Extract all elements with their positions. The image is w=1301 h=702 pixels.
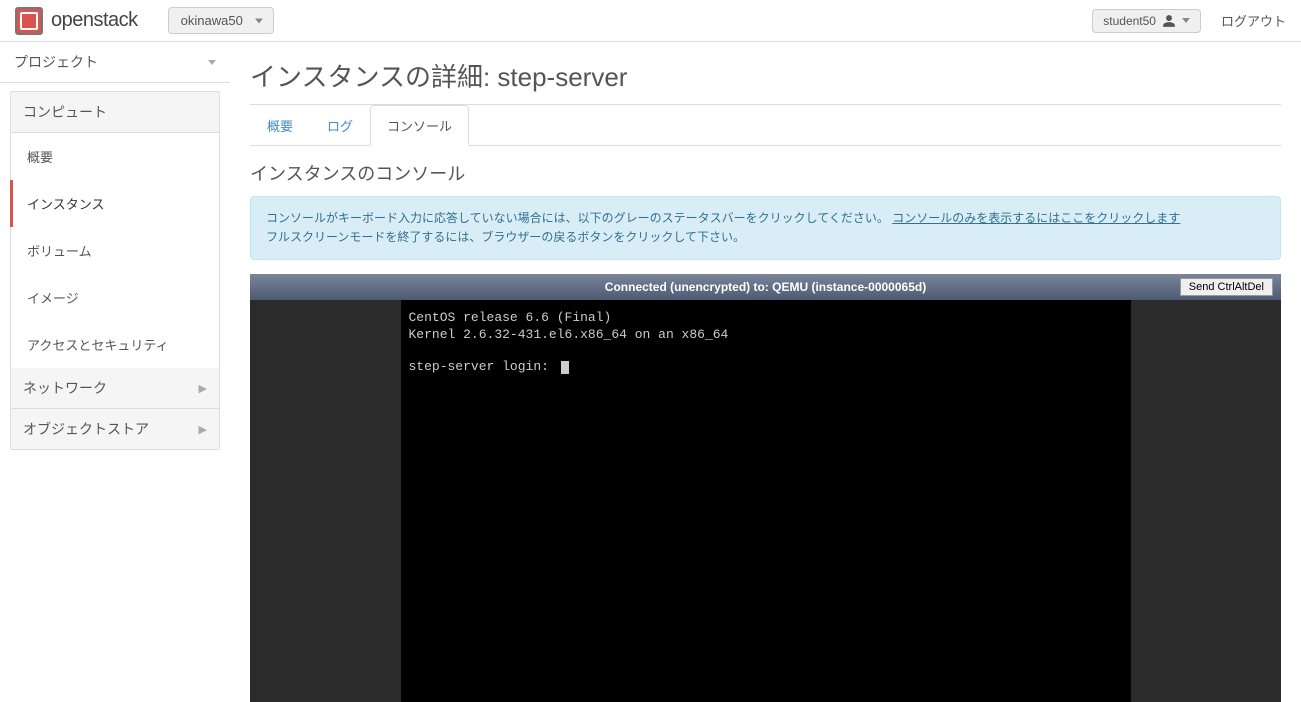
- vnc-status-bar[interactable]: Connected (unencrypted) to: QEMU (instan…: [250, 274, 1281, 300]
- sidebar: プロジェクト コンピュート 概要 インスタンス ボリューム イメージ アクセスと…: [0, 42, 230, 702]
- tab-log[interactable]: ログ: [310, 105, 370, 146]
- console-heading: インスタンスのコンソール: [250, 160, 1281, 186]
- topbar: openstack okinawa50 student50 ログアウト: [0, 0, 1301, 42]
- alert-line2-text: フルスクリーンモードを終了するには、ブラウザーの戻るボタンをクリックして下さい。: [266, 230, 745, 244]
- brand-text: openstack: [51, 9, 138, 32]
- user-name: student50: [1103, 14, 1156, 28]
- project-selector-value: okinawa50: [181, 13, 243, 28]
- logout-link[interactable]: ログアウト: [1221, 11, 1286, 30]
- caret-down-icon: [255, 18, 263, 23]
- sidebar-group-head-object-store[interactable]: オブジェクトストア ▶: [11, 409, 219, 449]
- vnc-status-text: Connected (unencrypted) to: QEMU (instan…: [605, 280, 926, 294]
- user-icon: [1162, 14, 1176, 28]
- sidebar-item-instances[interactable]: インスタンス: [10, 180, 219, 227]
- terminal-login-prompt: step-server login:: [409, 359, 557, 374]
- sidebar-group-label: コンピュート: [23, 102, 107, 122]
- caret-down-icon: [1182, 18, 1190, 23]
- sidebar-group-label: オブジェクトストア: [23, 419, 149, 439]
- sidebar-item-access-security[interactable]: アクセスとセキュリティ: [11, 321, 219, 368]
- caret-down-icon: [208, 60, 216, 65]
- sidebar-group-compute: コンピュート 概要 インスタンス ボリューム イメージ アクセスとセキュリティ …: [10, 91, 220, 450]
- sidebar-item-volumes[interactable]: ボリューム: [11, 227, 219, 274]
- tabs: 概要 ログ コンソール: [250, 104, 1281, 146]
- tab-console[interactable]: コンソール: [370, 105, 469, 146]
- cursor-icon: [561, 361, 569, 374]
- alert-show-only-console-link[interactable]: コンソールのみを表示するにはここをクリックします: [892, 211, 1180, 225]
- user-menu[interactable]: student50: [1092, 9, 1201, 33]
- terminal-line: CentOS release 6.6 (Final): [409, 310, 612, 325]
- sidebar-item-images[interactable]: イメージ: [11, 274, 219, 321]
- vnc-body: CentOS release 6.6 (Final) Kernel 2.6.32…: [250, 300, 1281, 702]
- tab-overview[interactable]: 概要: [250, 105, 310, 146]
- console-help-alert: コンソールがキーボード入力に応答していない場合には、以下のグレーのステータスバー…: [250, 196, 1281, 260]
- sidebar-item-overview[interactable]: 概要: [11, 133, 219, 180]
- vnc-console: Connected (unencrypted) to: QEMU (instan…: [250, 274, 1281, 702]
- sidebar-group-head-compute[interactable]: コンピュート: [11, 92, 219, 133]
- page-title: インスタンスの詳細: step-server: [250, 57, 1281, 105]
- chevron-right-icon: ▶: [199, 423, 207, 436]
- terminal-line: Kernel 2.6.32-431.el6.x86_64 on an x86_6…: [409, 327, 729, 342]
- alert-line1-text: コンソールがキーボード入力に応答していない場合には、以下のグレーのステータスバー…: [266, 211, 889, 225]
- brand[interactable]: openstack: [15, 7, 138, 35]
- chevron-right-icon: ▶: [199, 382, 207, 395]
- sidebar-title[interactable]: プロジェクト: [0, 42, 230, 83]
- send-ctrlaltdel-button[interactable]: Send CtrlAltDel: [1180, 278, 1273, 296]
- openstack-logo-icon: [15, 7, 43, 35]
- main-content: インスタンスの詳細: step-server 概要 ログ コンソール インスタン…: [230, 42, 1301, 702]
- sidebar-title-label: プロジェクト: [14, 52, 98, 72]
- vnc-screen[interactable]: CentOS release 6.6 (Final) Kernel 2.6.32…: [401, 300, 1131, 702]
- project-selector[interactable]: okinawa50: [168, 7, 274, 34]
- sidebar-group-head-network[interactable]: ネットワーク ▶: [11, 368, 219, 409]
- sidebar-group-label: ネットワーク: [23, 378, 107, 398]
